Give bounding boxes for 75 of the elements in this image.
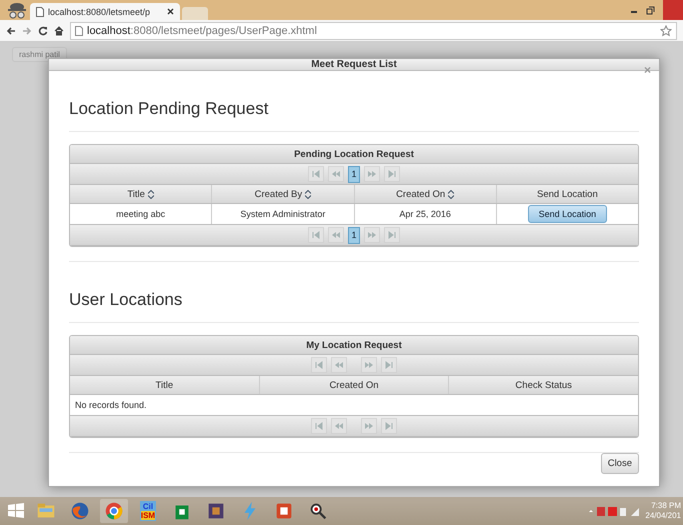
column-header: Title <box>70 376 260 394</box>
sort-icon <box>448 190 454 198</box>
column-header[interactable]: Created On <box>354 185 497 203</box>
column-header[interactable]: Title <box>70 185 212 203</box>
clock-time: 7:38 PM <box>651 501 681 511</box>
next-page-button[interactable] <box>361 357 377 373</box>
double-arrow-icon <box>366 168 378 180</box>
double-arrow-icon <box>330 229 342 241</box>
send-location-button[interactable]: Send Location <box>528 205 608 223</box>
bar-arrow-icon <box>383 420 395 432</box>
back-icon[interactable] <box>6 26 16 36</box>
url-text: localhost:8080/letsmeet/pages/UserPage.xhtml <box>87 24 317 36</box>
page-icon <box>36 6 44 16</box>
double-arrow-icon <box>363 420 375 432</box>
previous-page-button[interactable] <box>331 418 347 434</box>
table-cell: System Administrator <box>212 204 354 224</box>
double-arrow-icon <box>363 359 375 371</box>
bar-arrow-icon <box>386 168 398 180</box>
double-arrow-icon <box>333 420 345 432</box>
close-button[interactable]: Close <box>600 453 639 474</box>
first-page-button[interactable] <box>308 166 324 182</box>
table-cell: Apr 25, 2016 <box>354 204 497 224</box>
section-heading: User Locations <box>69 290 184 310</box>
incognito-icon <box>6 1 28 19</box>
start-icon[interactable] <box>6 501 26 521</box>
section-heading: Location Pending Request <box>69 99 270 119</box>
previous-page-button[interactable] <box>328 227 344 243</box>
first-page-button[interactable] <box>311 357 327 373</box>
bar-arrow-icon <box>386 229 398 241</box>
first-page-button[interactable] <box>308 227 324 243</box>
dialog-title: Meet Request List <box>311 59 397 70</box>
tab-title: localhost:8080/letsmeet/p <box>48 6 152 16</box>
chrome-icon[interactable] <box>100 499 128 523</box>
previous-page-button[interactable] <box>328 166 344 182</box>
double-arrow-icon <box>330 168 342 180</box>
page-icon <box>75 26 83 36</box>
page-number-button[interactable]: 1 <box>348 166 360 182</box>
column-header: Check Status <box>514 378 573 392</box>
next-page-button[interactable] <box>364 166 380 182</box>
bar-arrow-icon <box>313 420 325 432</box>
bar-arrow-icon <box>310 229 322 241</box>
sort-icon <box>305 190 312 198</box>
new-tab-button[interactable] <box>182 7 208 20</box>
next-page-button[interactable] <box>361 418 377 434</box>
window-close-button[interactable] <box>663 0 683 20</box>
restore-icon[interactable] <box>646 6 655 14</box>
reload-icon[interactable] <box>38 26 48 36</box>
table-cell: meeting abc <box>70 204 212 224</box>
table-caption: My Location Request <box>70 336 638 355</box>
previous-page-button[interactable] <box>331 357 347 373</box>
browser-tab[interactable]: localhost:8080/letsmeet/p <box>30 3 180 20</box>
home-icon[interactable] <box>54 26 64 36</box>
first-page-button[interactable] <box>311 418 327 434</box>
double-arrow-icon <box>366 229 378 241</box>
close-icon[interactable] <box>167 8 174 15</box>
bar-arrow-icon <box>313 359 325 371</box>
table-caption: Pending Location Request <box>70 145 638 164</box>
address-bar[interactable]: localhost:8080/letsmeet/pages/UserPage.xhtml <box>70 22 677 40</box>
column-header[interactable]: Created By <box>212 185 354 203</box>
column-header: Send Location <box>536 188 599 202</box>
last-page-button[interactable] <box>381 357 397 373</box>
column-header: Created On <box>260 376 450 394</box>
last-page-button[interactable] <box>381 418 397 434</box>
bar-arrow-icon <box>310 168 322 180</box>
page-number-button[interactable]: 1 <box>348 226 360 244</box>
bar-arrow-icon <box>383 359 395 371</box>
star-icon[interactable] <box>660 24 672 36</box>
clock-date: 24/04/201 <box>645 511 681 521</box>
last-page-button[interactable] <box>384 166 400 182</box>
sort-icon <box>148 190 154 198</box>
tray-icons-drawing <box>587 505 642 517</box>
last-page-button[interactable] <box>384 227 400 243</box>
double-arrow-icon <box>333 359 345 371</box>
forward-icon[interactable] <box>22 26 32 36</box>
next-page-button[interactable] <box>364 227 380 243</box>
